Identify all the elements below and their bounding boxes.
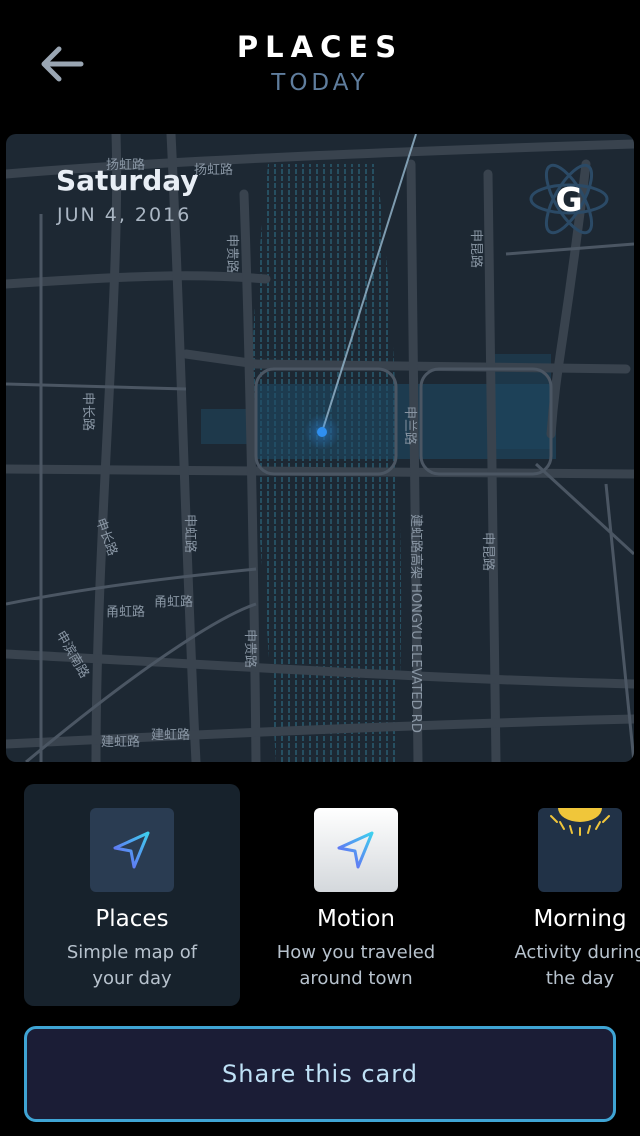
tile-places[interactable]: Places Simple map of your day <box>24 784 240 1006</box>
brand-logo: G <box>524 154 614 244</box>
map-label: 建虹路 <box>101 734 140 750</box>
map-label: 甬虹路 <box>106 604 145 620</box>
map-label: 建虹路 <box>151 727 190 743</box>
sun-icon <box>550 808 610 836</box>
tile-desc-line: around town <box>299 968 413 989</box>
map-label: 申长路 <box>92 516 120 558</box>
tile-description: Simple map of your day <box>24 940 240 992</box>
navigation-arrow-icon <box>113 831 150 869</box>
map-card[interactable]: 扬虹路 扬虹路 申贵路 申昆路 申长路 申兰路 申长路 申虹路 建虹路高架 HO… <box>6 134 634 762</box>
atom-icon: G <box>529 163 609 235</box>
tile-morning[interactable]: Morning Activity during the day <box>472 784 640 1006</box>
navigation-arrow-icon <box>337 831 374 869</box>
tile-description: How you traveled around town <box>248 940 464 992</box>
tile-title: Motion <box>317 906 395 932</box>
header: PLACES TODAY <box>0 0 640 120</box>
tile-desc-line: How you traveled <box>276 942 436 963</box>
map-label: 申昆路 <box>480 532 496 571</box>
map-label: 申长路 <box>80 392 96 431</box>
tile-desc-line: your day <box>92 968 172 989</box>
tile-icon <box>90 808 174 892</box>
tile-title: Places <box>95 906 169 932</box>
tile-desc-line: Activity during <box>514 942 640 963</box>
map-label: 甬虹路 <box>154 594 193 610</box>
map-date: JUN 4, 2016 <box>57 204 192 226</box>
map-label: 申兰路 <box>402 406 418 445</box>
tile-title: Morning <box>533 906 627 932</box>
map-label: 申虹路 <box>182 514 198 553</box>
card-type-carousel[interactable]: Places Simple map of your day Motion How… <box>0 784 640 1006</box>
tile-icon <box>538 808 622 892</box>
page-title: PLACES <box>236 30 404 64</box>
map-label: 扬虹路 <box>194 162 233 178</box>
page-subtitle: TODAY <box>271 70 369 96</box>
tile-icon <box>314 808 398 892</box>
tile-motion[interactable]: Motion How you traveled around town <box>248 784 464 1006</box>
tile-desc-line: Simple map of <box>66 942 198 963</box>
map-label: 建虹路高架 HONGYU ELEVATED RD <box>408 514 424 733</box>
brand-letter: G <box>555 180 582 219</box>
map-label: 申贵路 <box>242 629 258 668</box>
location-dot[interactable] <box>317 427 327 437</box>
map-label: 申昆路 <box>468 229 484 268</box>
tile-desc-line: the day <box>545 968 615 989</box>
map-day: Saturday <box>56 164 199 197</box>
tile-description: Activity during the day <box>472 940 640 992</box>
share-card-button[interactable]: Share this card <box>24 1026 616 1122</box>
map-label: 申贵路 <box>224 234 240 273</box>
